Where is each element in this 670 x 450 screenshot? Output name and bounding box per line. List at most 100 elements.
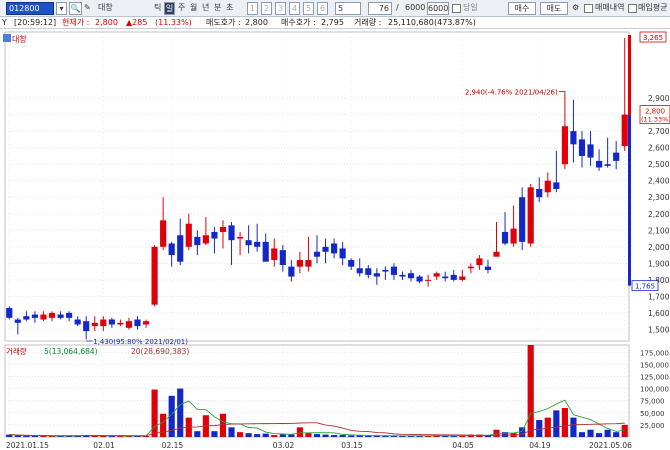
volume-bar (596, 433, 603, 437)
sell-button[interactable]: 매도 (540, 2, 568, 15)
trade-history-label: 매매내역 (595, 3, 625, 12)
period-4-button[interactable]: 4 (289, 2, 300, 15)
volume-bar (245, 433, 252, 437)
price-tick-label: 2,200 (648, 210, 670, 219)
candle-body (578, 139, 586, 156)
period-1-button[interactable]: 1 (247, 2, 258, 15)
tab-sec[interactable]: 초 (226, 2, 233, 15)
dropdown-arrow-icon[interactable]: ▾ (56, 2, 67, 15)
candle-body (442, 276, 449, 279)
stock-name-label: 대창 (98, 3, 113, 12)
current-price-value: 2,800 (95, 18, 118, 27)
panel-badge-icon (3, 34, 11, 42)
candle-body (527, 187, 534, 244)
candle-body (322, 246, 329, 252)
candle-body (348, 260, 355, 267)
settings-icon[interactable]: ⚙ (572, 2, 579, 15)
volume-bar (322, 434, 329, 437)
x-tick-label: 03.02 (273, 441, 295, 450)
volume-bar (151, 389, 158, 437)
candle-body (40, 314, 47, 320)
search-icon[interactable]: 🔍 (69, 2, 82, 15)
period-5-button[interactable]: 5 (303, 2, 314, 15)
period-2-button[interactable]: 2 (261, 2, 272, 15)
candle-body (108, 319, 115, 325)
volume-tick-label: 25,000 (640, 422, 665, 430)
candle-body (587, 144, 594, 158)
display-count-input[interactable]: 76 (368, 2, 392, 15)
candle-body (305, 260, 312, 267)
tab-tick[interactable]: 틱 (154, 2, 161, 15)
candle-body (151, 246, 158, 305)
quote-status-bar: Y [20:59:12] 현재가 : 2,800 ▲285 (11.33%) 매… (0, 17, 670, 29)
candle-body (382, 269, 389, 272)
volume-bar (356, 435, 363, 437)
price-change-pct: (11.33%) (155, 18, 192, 27)
x-tick-label: 02.01 (93, 441, 115, 450)
price-volume-chart[interactable]: 1,5001,6001,7001,8001,9002,0002,1002,200… (0, 29, 670, 450)
candle-body (467, 266, 474, 269)
buy-button[interactable]: 매수 (508, 2, 536, 15)
candle-body (596, 160, 603, 168)
current-price-box-value: 2,800 (645, 108, 665, 116)
tab-year[interactable]: 년 (202, 2, 209, 15)
volume-bar (587, 429, 594, 437)
candle-body (561, 126, 568, 165)
volume-bar (262, 433, 269, 437)
volume-tick-label: 125,000 (640, 373, 669, 381)
candle-body (168, 243, 175, 256)
edit-icon[interactable]: ✎ (84, 2, 91, 15)
x-tick-label: 2021.01.15 (6, 441, 49, 450)
price-tick-label: 2,100 (648, 226, 670, 235)
volume-bar (527, 345, 534, 437)
avg-price-checkbox[interactable] (628, 4, 637, 13)
tab-month[interactable]: 월 (190, 2, 197, 15)
total-count-input[interactable]: 6000 (427, 2, 449, 15)
volume-value: 25,110,680 (388, 18, 434, 27)
candle-body (416, 276, 423, 282)
x-tick-label: 02.15 (162, 441, 184, 450)
volume-ma20-label: 20(28,690,383) (131, 347, 189, 356)
stock-code-input[interactable]: 012800 (6, 2, 54, 15)
volume-bar (570, 417, 577, 437)
period-6-button[interactable]: 6 (317, 2, 328, 15)
candle-body (450, 274, 457, 280)
candle-body (14, 319, 21, 323)
x-tick-label: 03.15 (341, 441, 363, 450)
low-annotation: 1,430(95.80% 2021/02/01) (93, 338, 188, 346)
period-3-button[interactable]: 3 (275, 2, 286, 15)
candle-body (185, 223, 192, 247)
candle-body (510, 228, 517, 244)
x-tick-label: 04.05 (452, 441, 474, 450)
tab-week[interactable]: 주 (178, 2, 185, 15)
trade-history-checkbox[interactable] (584, 4, 593, 13)
volume-tick-label: 100,000 (640, 386, 669, 394)
price-tick-label: 2,500 (648, 160, 670, 169)
candle-body (228, 225, 235, 241)
x-axis: 2021.01.15 02.01 02.15 03.02 03.15 04.05 04.19… (6, 441, 632, 450)
candle-body (519, 197, 526, 242)
volume-bar (177, 388, 184, 437)
price-tick-label: 1,500 (648, 325, 670, 334)
volume-bar (279, 434, 286, 437)
volume-bar (339, 435, 346, 437)
volume-bar (348, 435, 355, 437)
volume-tick-label: 175,000 (640, 349, 669, 357)
today-checkbox[interactable] (452, 4, 461, 13)
candle-body (604, 164, 611, 166)
candle-body (23, 316, 30, 320)
candle-body (57, 314, 64, 318)
chart-toolbar: 012800 ▾ 🔍 ✎ 대창 틱 일 주 월 년 분 초 1 2 3 4 5 … (0, 0, 670, 17)
candle-body (91, 322, 98, 327)
tab-day[interactable]: 일 (164, 2, 175, 15)
quote-time: [20:59:12] (14, 18, 57, 27)
volume-bar (621, 424, 628, 437)
range-bar-up (628, 35, 631, 115)
high-annotation: 2,940(-4.76% 2021/04/26) (465, 88, 558, 96)
candle-body (279, 250, 286, 265)
interval-select[interactable]: 5 (335, 2, 361, 15)
tab-minute[interactable]: 분 (214, 2, 221, 15)
price-tick-label: 2,700 (648, 127, 670, 136)
bid-price-value: 2,795 (321, 18, 344, 27)
candle-body (407, 273, 415, 279)
